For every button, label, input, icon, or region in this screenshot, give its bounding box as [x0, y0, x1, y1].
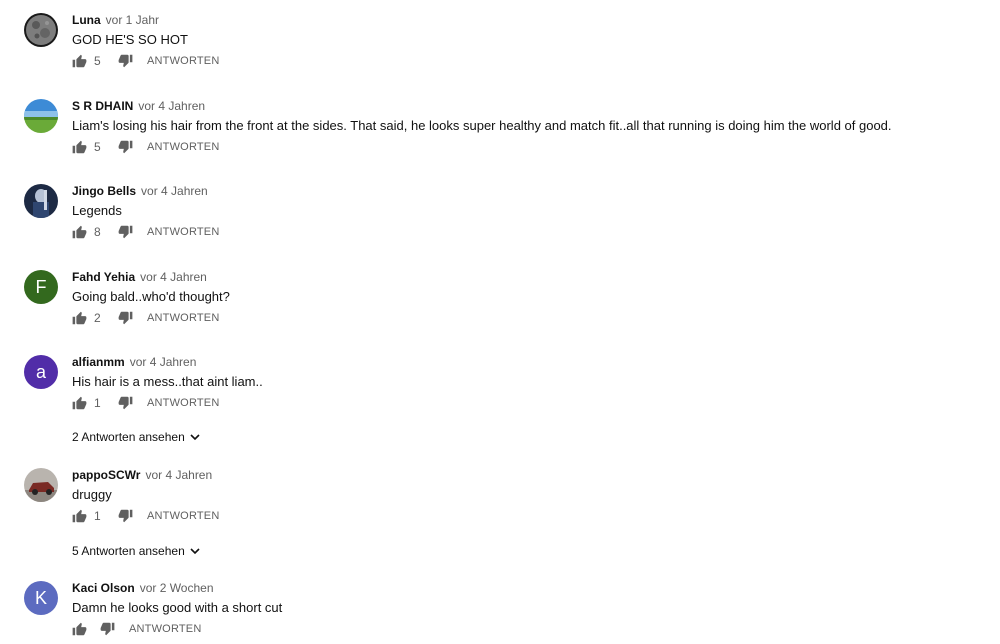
landscape-photo — [24, 99, 58, 133]
like-count: 1 — [94, 509, 101, 523]
comment-actions: 5 ANTWORTEN — [72, 54, 219, 68]
comment-header: pappoSCWr vor 4 Jahren — [72, 468, 212, 482]
like-count: 1 — [94, 396, 101, 410]
timestamp[interactable]: vor 4 Jahren — [130, 355, 197, 369]
reply-button[interactable]: ANTWORTEN — [147, 55, 219, 67]
comment-actions: 8 ANTWORTEN — [72, 225, 219, 239]
thumbs-down-icon[interactable] — [118, 311, 133, 325]
avatar[interactable] — [24, 468, 58, 502]
author-name[interactable]: alfianmm — [72, 355, 125, 369]
like-count: 2 — [94, 311, 101, 325]
comment-text: Liam's losing his hair from the front at… — [72, 118, 892, 133]
reply-button[interactable]: ANTWORTEN — [147, 397, 219, 409]
author-name[interactable]: pappoSCWr — [72, 468, 140, 482]
thumbs-down-icon[interactable] — [118, 54, 133, 68]
thumbs-up-icon[interactable] — [72, 396, 87, 410]
author-name[interactable]: Luna — [72, 13, 101, 27]
timestamp[interactable]: vor 4 Jahren — [140, 270, 207, 284]
avatar[interactable] — [24, 13, 58, 47]
person-photo — [24, 184, 58, 218]
thumbs-up-icon[interactable] — [72, 311, 87, 325]
thumbs-up-icon[interactable] — [72, 225, 87, 239]
avatar[interactable]: K — [24, 581, 58, 615]
comment-text: Legends — [72, 203, 122, 218]
reply-button[interactable]: ANTWORTEN — [147, 141, 219, 153]
car-photo — [24, 468, 58, 502]
timestamp[interactable]: vor 4 Jahren — [145, 468, 212, 482]
thumbs-up-icon[interactable] — [72, 509, 87, 523]
comment-header: Kaci Olson vor 2 Wochen — [72, 581, 214, 595]
comment-header: S R DHAIN vor 4 Jahren — [72, 99, 205, 113]
author-name[interactable]: Fahd Yehia — [72, 270, 135, 284]
reply-button[interactable]: ANTWORTEN — [129, 623, 201, 635]
author-name[interactable]: S R DHAIN — [72, 99, 133, 113]
avatar[interactable]: a — [24, 355, 58, 389]
comment-actions: ANTWORTEN — [72, 622, 201, 636]
moon-photo — [24, 13, 58, 47]
timestamp[interactable]: vor 2 Wochen — [140, 581, 214, 595]
like-count: 5 — [94, 54, 101, 68]
thumbs-up-icon[interactable] — [72, 54, 87, 68]
avatar-letter: F — [35, 276, 47, 297]
thumbs-down-icon[interactable] — [118, 225, 133, 239]
avatar-letter: K — [34, 587, 47, 608]
like-count: 5 — [94, 140, 101, 154]
comment-actions: 5 ANTWORTEN — [72, 140, 219, 154]
comment-actions: 2 ANTWORTEN — [72, 311, 219, 325]
view-replies-button[interactable]: 5 Antworten ansehen — [72, 544, 200, 558]
thumbs-down-icon[interactable] — [100, 622, 115, 636]
view-replies-label: 2 Antworten ansehen — [72, 430, 185, 444]
comment-text: Going bald..who'd thought? — [72, 289, 230, 304]
comment-header: Fahd Yehia vor 4 Jahren — [72, 270, 207, 284]
comment-text: Damn he looks good with a short cut — [72, 600, 283, 615]
comment-header: Jingo Bells vor 4 Jahren — [72, 184, 208, 198]
avatar[interactable]: F — [24, 270, 58, 304]
thumbs-down-icon[interactable] — [118, 509, 133, 523]
reply-button[interactable]: ANTWORTEN — [147, 226, 219, 238]
author-name[interactable]: Kaci Olson — [72, 581, 135, 595]
comment-header: Luna vor 1 Jahr — [72, 13, 159, 27]
timestamp[interactable]: vor 4 Jahren — [138, 99, 205, 113]
comment-header: alfianmm vor 4 Jahren — [72, 355, 196, 369]
thumbs-up-icon[interactable] — [72, 140, 87, 154]
comment-actions: 1 ANTWORTEN — [72, 396, 219, 410]
chevron-down-icon — [190, 547, 200, 554]
thumbs-down-icon[interactable] — [118, 140, 133, 154]
chevron-down-icon — [190, 433, 200, 440]
timestamp[interactable]: vor 4 Jahren — [141, 184, 208, 198]
like-count: 8 — [94, 225, 101, 239]
comment-text: GOD HE'S SO HOT — [72, 32, 188, 47]
avatar-letter: a — [35, 361, 46, 382]
avatar[interactable] — [24, 99, 58, 133]
comment-text: druggy — [72, 487, 112, 502]
thumbs-down-icon[interactable] — [118, 396, 133, 410]
view-replies-button[interactable]: 2 Antworten ansehen — [72, 430, 200, 444]
reply-button[interactable]: ANTWORTEN — [147, 312, 219, 324]
comment-text: His hair is a mess..that aint liam.. — [72, 374, 263, 389]
timestamp[interactable]: vor 1 Jahr — [106, 13, 159, 27]
reply-button[interactable]: ANTWORTEN — [147, 510, 219, 522]
thumbs-up-icon[interactable] — [72, 622, 87, 636]
comment-actions: 1 ANTWORTEN — [72, 509, 219, 523]
avatar[interactable] — [24, 184, 58, 218]
author-name[interactable]: Jingo Bells — [72, 184, 136, 198]
view-replies-label: 5 Antworten ansehen — [72, 544, 185, 558]
